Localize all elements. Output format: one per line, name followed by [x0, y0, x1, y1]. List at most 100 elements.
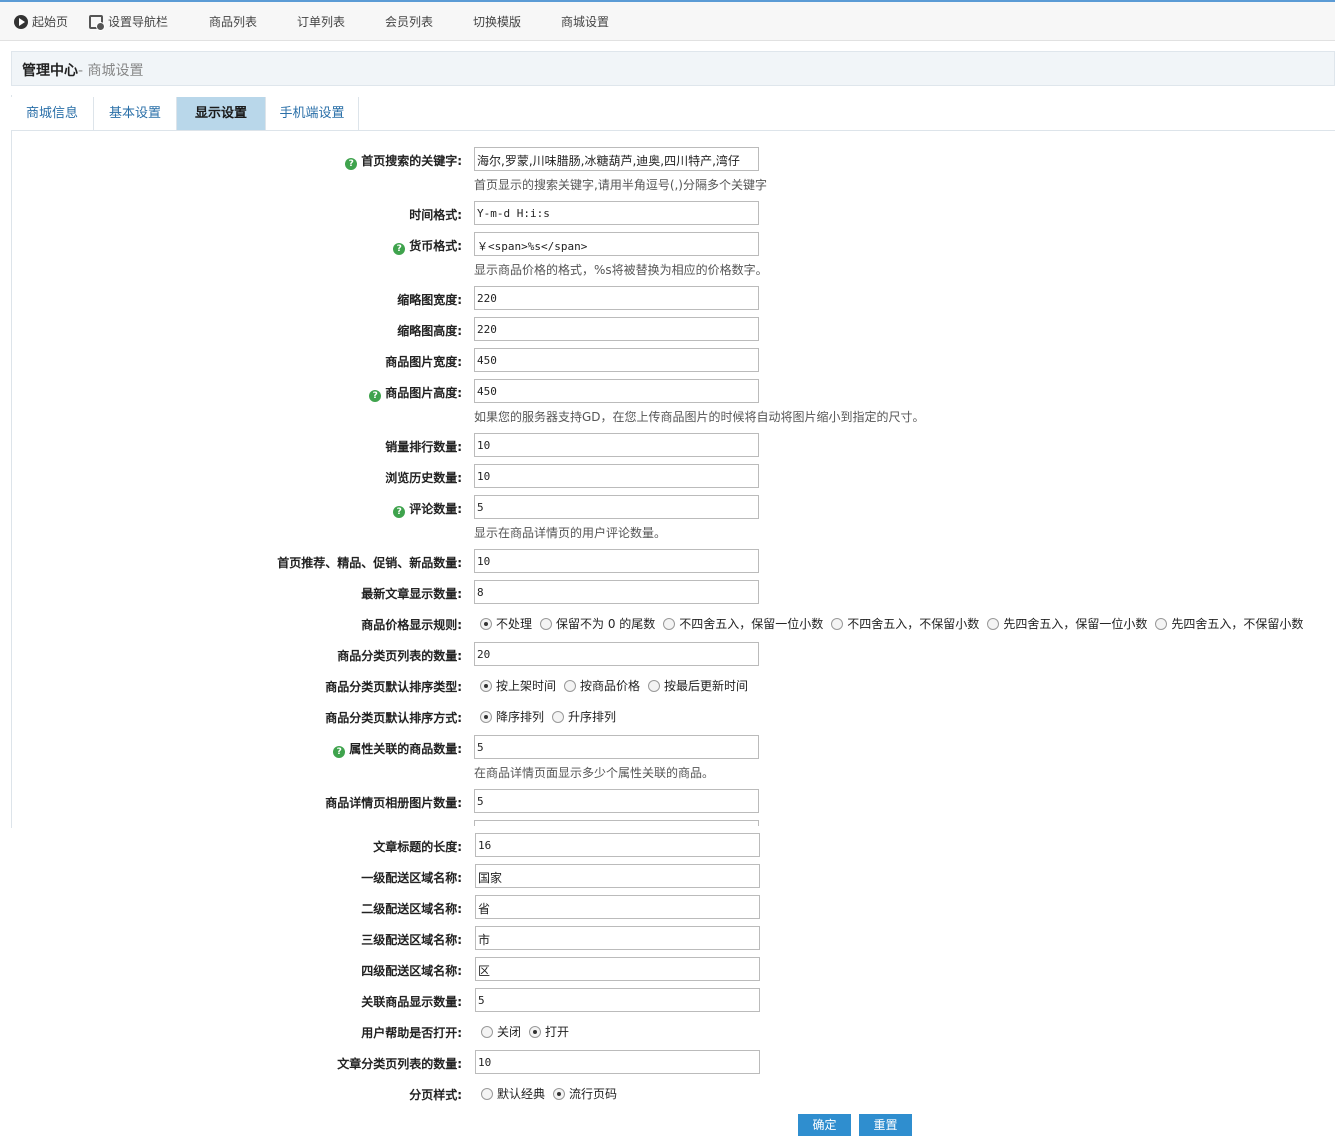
region4-label: 四级配送区域名称:	[361, 964, 462, 978]
page-title: 管理中心- 商城设置	[22, 60, 144, 80]
radio-price-no-round-1[interactable]: 不四舍五入，保留一位小数	[663, 615, 823, 632]
comments-input[interactable]: 5	[474, 495, 759, 519]
tab-basic-settings[interactable]: 基本设置	[94, 97, 177, 130]
help-open-radios: 关闭 打开	[481, 1023, 577, 1040]
article-cat-count-label: 文章分类页列表的数量:	[337, 1057, 462, 1071]
radio-label: 按商品价格	[580, 679, 641, 693]
thumb-height-label: 缩略图高度:	[397, 324, 462, 338]
pager-style-radios: 默认经典 流行页码	[481, 1085, 625, 1102]
img-width-row: 商品图片宽度:	[0, 348, 462, 372]
radio-dot	[480, 617, 492, 630]
radio-help-closed[interactable]: 关闭	[481, 1023, 521, 1040]
top-sales-input[interactable]: 10	[474, 433, 759, 457]
help-icon[interactable]: ?	[333, 746, 346, 758]
help-icon[interactable]: ?	[369, 390, 382, 402]
cat-list-count-label: 商品分类页列表的数量:	[337, 649, 462, 663]
radio-dot	[480, 679, 492, 692]
radio-sort-desc[interactable]: 降序排列	[480, 708, 544, 725]
radio-sort-asc[interactable]: 升序排列	[552, 708, 616, 725]
thumb-height-input[interactable]: 220	[474, 317, 759, 341]
nav-switch-template[interactable]: 切换模版	[473, 12, 521, 32]
attr-goods-input[interactable]: 5	[474, 735, 759, 759]
search-keywords-row: ? 首页搜索的关键字:	[0, 147, 462, 171]
time-format-label: 时间格式:	[409, 208, 462, 222]
top-sales-row: 销量排行数量:	[0, 433, 462, 457]
submit-button[interactable]: 确定	[798, 1114, 851, 1136]
help-open-row: 用户帮助是否打开:	[0, 1019, 462, 1043]
img-height-label: ? 商品图片高度:	[369, 384, 462, 402]
radio-price-round-0[interactable]: 先四舍五入，不保留小数	[1155, 615, 1303, 632]
radio-label: 关闭	[497, 1025, 522, 1039]
article-title-len-row: 文章标题的长度:	[0, 833, 462, 857]
pager-style-row: 分页样式:	[0, 1081, 462, 1105]
radio-sort-by-update[interactable]: 按最后更新时间	[648, 677, 748, 694]
nav-member-list[interactable]: 会员列表	[385, 12, 433, 32]
currency-format-label: ? 货币格式:	[393, 237, 462, 255]
time-format-input[interactable]: Y-m-d H:i:s	[474, 201, 759, 225]
history-input[interactable]: 10	[474, 464, 759, 488]
radio-price-none[interactable]: 不处理	[480, 615, 532, 632]
nav-shop-settings[interactable]: 商城设置	[561, 12, 609, 32]
region3-input[interactable]: 市	[475, 926, 760, 950]
region3-row: 三级配送区域名称:	[0, 926, 462, 950]
home-counts-row: 首页推荐、精品、促销、新品数量:	[0, 549, 462, 573]
nav-order-list[interactable]: 订单列表	[297, 12, 345, 32]
tab-display-settings[interactable]: 显示设置	[177, 97, 266, 130]
cat-sort-type-radios: 按上架时间 按商品价格 按最后更新时间	[480, 677, 756, 694]
cat-list-count-input[interactable]: 20	[474, 642, 759, 666]
help-icon[interactable]: ?	[393, 243, 406, 255]
radio-pager-popular[interactable]: 流行页码	[553, 1085, 617, 1102]
reset-button[interactable]: 重置	[859, 1114, 912, 1136]
related-goods-input[interactable]: 5	[475, 988, 760, 1012]
article-title-len-input[interactable]: 16	[475, 833, 760, 857]
radio-price-keep-nonzero[interactable]: 保留不为 0 的尾数	[540, 615, 655, 632]
radio-dot	[831, 617, 844, 630]
tab-shop-info[interactable]: 商城信息	[11, 97, 94, 130]
region2-input[interactable]: 省	[475, 895, 760, 919]
article-count-input[interactable]: 8	[474, 580, 759, 604]
set-nav-link[interactable]: 设置导航栏	[89, 12, 168, 32]
radio-dot	[987, 617, 1000, 630]
help-open-label: 用户帮助是否打开:	[361, 1026, 462, 1040]
help-icon[interactable]: ?	[345, 158, 358, 170]
time-format-row: 时间格式:	[0, 201, 462, 225]
article-cat-count-row: 文章分类页列表的数量:	[0, 1050, 462, 1074]
radio-dot	[663, 617, 676, 630]
price-rule-radios: 不处理 保留不为 0 的尾数 不四舍五入，保留一位小数 不四舍五入，不保留小数 …	[480, 615, 1311, 632]
gallery-count-input[interactable]: 5	[474, 789, 759, 813]
radio-sort-by-price[interactable]: 按商品价格	[564, 677, 640, 694]
related-goods-label: 关联商品显示数量:	[361, 995, 462, 1009]
search-keywords-input[interactable]: 海尔,罗蒙,川味腊肠,冰糖葫芦,迪奥,四川特产,湾仔	[474, 147, 759, 171]
nav-goods-list[interactable]: 商品列表	[209, 12, 257, 32]
help-icon[interactable]: ?	[393, 506, 406, 518]
radio-price-round-1[interactable]: 先四舍五入，保留一位小数	[987, 615, 1147, 632]
region4-input[interactable]: 区	[475, 957, 760, 981]
cat-sort-order-row: 商品分类页默认排序方式:	[0, 704, 462, 728]
img-width-input[interactable]: 450	[474, 348, 759, 372]
currency-format-label-text: 货币格式:	[409, 239, 462, 253]
region1-input[interactable]: 国家	[475, 864, 760, 888]
radio-dot	[481, 1025, 493, 1038]
radio-help-open[interactable]: 打开	[529, 1023, 569, 1040]
search-keywords-label: ? 首页搜索的关键字:	[345, 152, 462, 170]
start-page-label: 起始页	[32, 15, 69, 29]
tab-mobile-settings[interactable]: 手机端设置	[266, 97, 359, 130]
radio-label: 不处理	[496, 617, 533, 631]
home-counts-input[interactable]: 10	[474, 549, 759, 573]
article-cat-count-input[interactable]: 10	[475, 1050, 760, 1074]
radio-pager-classic[interactable]: 默认经典	[481, 1085, 545, 1102]
img-height-input[interactable]: 450	[474, 379, 759, 403]
related-goods-row: 关联商品显示数量:	[0, 988, 462, 1012]
radio-label: 先四舍五入，不保留小数	[1171, 617, 1304, 631]
radio-label: 先四舍五入，保留一位小数	[1003, 617, 1148, 631]
currency-format-input[interactable]: ￥<span>%s</span>	[474, 232, 759, 256]
radio-price-no-round-0[interactable]: 不四舍五入，不保留小数	[831, 615, 979, 632]
radio-label: 升序排列	[568, 710, 617, 724]
comments-label-text: 评论数量:	[409, 502, 462, 516]
radio-sort-by-date[interactable]: 按上架时间	[480, 677, 556, 694]
history-label: 浏览历史数量:	[385, 471, 462, 485]
start-page-link[interactable]: 起始页	[14, 12, 68, 32]
thumb-width-input[interactable]: 220	[474, 286, 759, 310]
comments-note: 显示在商品详情页的用户评论数量。	[474, 526, 667, 540]
price-rule-label: 商品价格显示规则:	[361, 618, 462, 632]
